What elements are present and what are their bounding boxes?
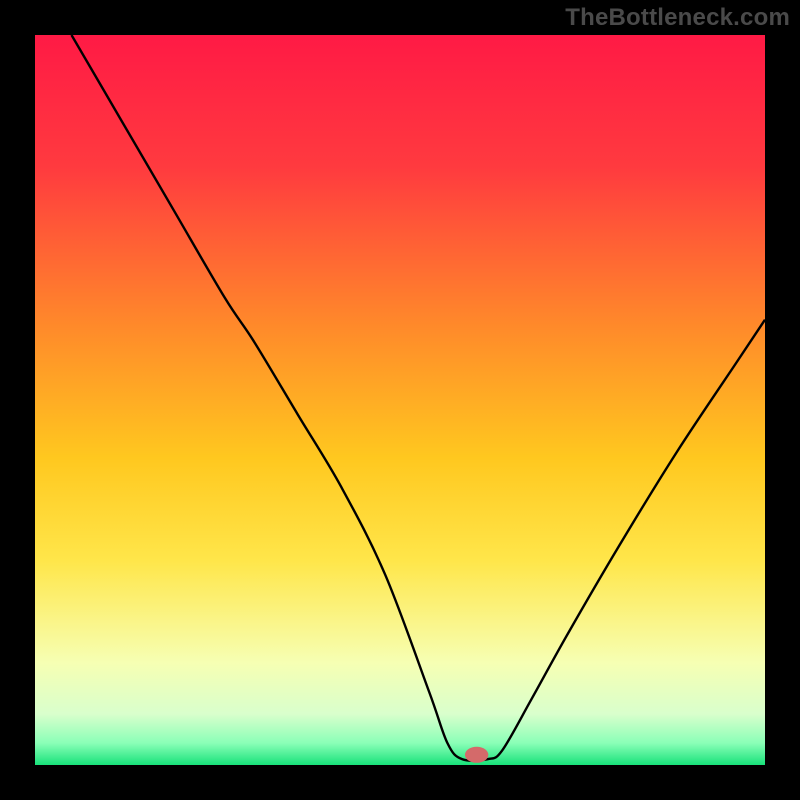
gradient-background [35, 35, 765, 765]
chart-svg [35, 35, 765, 765]
watermark-text: TheBottleneck.com [565, 4, 790, 32]
optimal-point-marker [465, 747, 488, 763]
chart-container: TheBottleneck.com [0, 0, 800, 800]
plot-area [35, 35, 765, 765]
